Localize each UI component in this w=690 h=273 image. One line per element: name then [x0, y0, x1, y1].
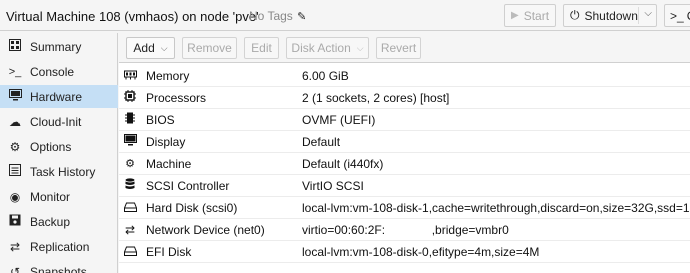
row-value: local-lvm:vm-108-disk-1,cache=writethrou… [302, 200, 690, 215]
hdd-icon [123, 245, 137, 259]
floppy-icon [8, 214, 22, 229]
remove-button[interactable]: Remove [182, 37, 237, 59]
edit-label: Edit [251, 41, 272, 55]
sidebar-item-replication[interactable]: ⇄ Replication [0, 235, 118, 258]
sidebar-item-label: Monitor [30, 189, 71, 204]
disk-action-label: Disk Action [291, 41, 351, 55]
add-button[interactable]: Add ⌵ [126, 37, 175, 59]
vm-header: Virtual Machine 108 (vmhaos) on node 'pv… [0, 0, 690, 31]
sidebar-item-options[interactable]: ⚙ Options [0, 135, 118, 158]
row-value: virtio=00:60:2F: ,bridge=vmbr0 [302, 222, 509, 237]
cogs-icon: ⚙ [125, 158, 135, 170]
desktop-icon [123, 134, 137, 149]
memory-icon [123, 69, 137, 83]
sidebar-item-label: Replication [30, 239, 90, 254]
row-name: SCSI Controller [146, 178, 230, 193]
row-value: 6.00 GiB [302, 68, 349, 83]
row-name: Processors [146, 90, 207, 105]
table-row[interactable]: Hard Disk (scsi0) local-lvm:vm-108-disk-… [119, 197, 690, 219]
sidebar-item-label: Snapshots [30, 264, 87, 273]
edit-button[interactable]: Edit [244, 37, 279, 59]
summary-icon [8, 39, 22, 54]
row-value: local-lvm:vm-108-disk-0,efitype=4m,size=… [302, 244, 540, 259]
eye-icon: ◉ [9, 189, 21, 204]
hdd-icon [123, 201, 137, 215]
gear-icon: ⚙ [9, 139, 21, 154]
row-name: Memory [146, 68, 190, 83]
power-icon: ⏻ [570, 8, 580, 22]
monitor-icon [8, 89, 22, 104]
disk-action-button[interactable]: Disk Action ⌵ [286, 37, 369, 59]
sidebar-item-console[interactable]: >_ Console [0, 60, 118, 83]
sidebar-item-cloud-init[interactable]: ☁ Cloud-Init [0, 110, 118, 133]
shutdown-label: Shutdown [584, 8, 638, 23]
chevron-down-icon: ⌵ [160, 42, 168, 53]
microchip-icon [123, 112, 137, 127]
row-value: VirtIO SCSI [302, 178, 364, 193]
table-row[interactable]: Memory 6.00 GiB [119, 65, 690, 87]
console-icon: >_ [670, 8, 684, 23]
sidebar-item-label: Backup [30, 214, 71, 229]
row-name: BIOS [146, 112, 175, 127]
hardware-panel: Add ⌵ Remove Edit Disk Action ⌵ Revert M… [119, 33, 690, 273]
row-value: Default (i440fx) [302, 156, 384, 171]
list-icon [8, 164, 22, 179]
table-row[interactable]: SCSI Controller VirtIO SCSI [119, 175, 690, 197]
sidebar-item-monitor[interactable]: ◉ Monitor [0, 185, 118, 208]
chevron-down-icon: ⌵ [356, 42, 364, 53]
row-name: Display [146, 134, 186, 149]
table-row[interactable]: ⇄ Network Device (net0) virtio=00:60:2F:… [119, 219, 690, 241]
row-name: Machine [146, 156, 192, 171]
sidebar-item-label: Hardware [30, 89, 83, 104]
cpu-icon [123, 90, 137, 105]
revert-label: Revert [380, 41, 417, 55]
tags-editor[interactable]: No Tags ✎ [249, 9, 306, 23]
cloud-icon: ☁ [9, 114, 21, 129]
row-value: OVMF (UEFI) [302, 112, 376, 127]
row-name: Network Device (net0) [146, 222, 265, 237]
table-row[interactable]: EFI Disk local-lvm:vm-108-disk-0,efitype… [119, 241, 690, 263]
chevron-down-icon[interactable]: ⌵ [644, 8, 652, 19]
history-icon: ↺ [9, 264, 21, 273]
remove-label: Remove [187, 41, 232, 55]
start-button[interactable]: ▶ Start [504, 4, 556, 27]
hardware-toolbar: Add ⌵ Remove Edit Disk Action ⌵ Revert [119, 33, 690, 63]
sidebar-item-label: Console [30, 64, 75, 79]
table-row[interactable]: BIOS OVMF (UEFI) [119, 109, 690, 131]
table-row[interactable]: ⚙ Machine Default (i440fx) [119, 153, 690, 175]
sidebar-item-snapshots[interactable]: ↺ Snapshots [0, 260, 118, 273]
pencil-icon[interactable]: ✎ [297, 11, 306, 23]
revert-button[interactable]: Revert [376, 37, 421, 59]
table-row[interactable]: Display Default [119, 131, 690, 153]
terminal-icon: >_ [8, 65, 22, 78]
table-row[interactable]: Processors 2 (1 sockets, 2 cores) [host] [119, 87, 690, 109]
add-label: Add [133, 41, 155, 55]
sidebar-item-label: Task History [30, 164, 96, 179]
console-button[interactable]: >_ C [664, 4, 690, 27]
row-value: 2 (1 sockets, 2 cores) [host] [302, 90, 450, 105]
vm-title: Virtual Machine 108 (vmhaos) on node 'pv… [6, 9, 259, 24]
sidebar-item-hardware[interactable]: Hardware [0, 85, 118, 108]
row-value: Default [302, 134, 341, 149]
row-name: Hard Disk (scsi0) [146, 200, 238, 215]
database-icon [123, 178, 137, 193]
replication-icon: ⇄ [9, 239, 21, 254]
start-label: Start [523, 8, 550, 23]
sidebar-item-task-history[interactable]: Task History [0, 160, 118, 183]
sidebar-item-summary[interactable]: Summary [0, 35, 118, 58]
play-icon: ▶ [511, 10, 519, 21]
sidebar: Summary >_ Console Hardware ☁ Cloud-Init… [0, 33, 118, 273]
sidebar-item-backup[interactable]: Backup [0, 210, 118, 233]
sidebar-item-label: Options [30, 139, 72, 154]
button-separator [638, 7, 639, 24]
sidebar-item-label: Summary [30, 39, 82, 54]
shutdown-button[interactable]: ⏻ Shutdown ⌵ [563, 4, 657, 27]
exchange-icon: ⇄ [124, 222, 136, 237]
row-name: EFI Disk [146, 244, 192, 259]
sidebar-item-label: Cloud-Init [30, 114, 82, 129]
tags-label: No Tags [249, 9, 293, 23]
